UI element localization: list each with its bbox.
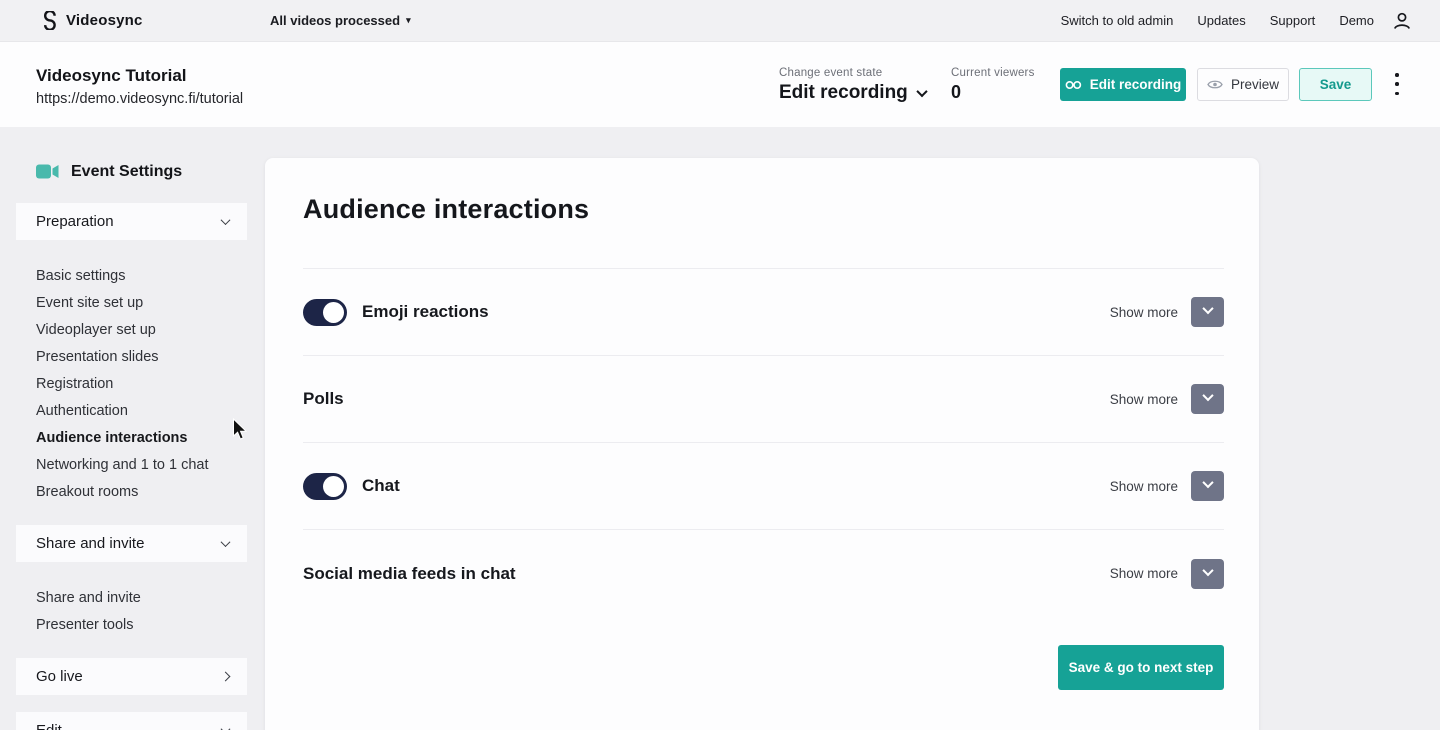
edit-recording-button[interactable]: Edit recording	[1060, 68, 1186, 101]
section-items-share-and-invite: Share and invitePresenter tools	[16, 584, 247, 638]
feature-label: Chat	[362, 476, 400, 496]
audience-interactions-panel: Audience interactions Emoji reactions Sh…	[265, 158, 1259, 730]
section-items-preparation: Basic settingsEvent site set upVideoplay…	[16, 262, 247, 505]
chevron-down-icon	[1202, 564, 1213, 575]
sidebar-item-presentation-slides[interactable]: Presentation slides	[16, 343, 247, 370]
current-viewers-count: 0	[951, 82, 961, 103]
chevron-right-icon	[221, 672, 231, 682]
event-state-dropdown[interactable]: Edit recording	[779, 82, 926, 104]
top-nav: Videosync All videos processed ▾ Switch …	[0, 0, 1440, 42]
preview-button[interactable]: Preview	[1197, 68, 1289, 101]
feature-rows: Emoji reactions Show more Polls Show mor…	[303, 268, 1224, 617]
feature-row: Chat Show more	[303, 443, 1224, 530]
sidebar-title: Event Settings	[36, 160, 247, 183]
section-label: Preparation	[36, 213, 114, 230]
sidebar-item-videoplayer-set-up[interactable]: Videoplayer set up	[16, 316, 247, 343]
sidebar-item-basic-settings[interactable]: Basic settings	[16, 262, 247, 289]
sidebar-item-networking-and-1-to-1-chat[interactable]: Networking and 1 to 1 chat	[16, 451, 247, 478]
expand-chevron-button[interactable]	[1191, 559, 1224, 589]
section-label: Go live	[36, 668, 83, 685]
sidebar-item-authentication[interactable]: Authentication	[16, 397, 247, 424]
sidebar-item-registration[interactable]: Registration	[16, 370, 247, 397]
toggle-knob	[323, 476, 344, 497]
section-label: Share and invite	[36, 535, 144, 552]
feature-row: Social media feeds in chat Show more	[303, 530, 1224, 617]
dropdown-caret-icon: ▾	[406, 15, 411, 26]
edit-recording-label: Edit recording	[1090, 77, 1182, 92]
account-icon[interactable]	[1392, 11, 1412, 36]
show-more-link[interactable]: Show more	[1110, 566, 1178, 581]
brand[interactable]: Videosync	[40, 11, 143, 30]
chevron-down-icon	[1202, 390, 1213, 401]
brand-name: Videosync	[66, 12, 143, 29]
event-header: Videosync Tutorial https://demo.videosyn…	[0, 42, 1440, 127]
sidebar-section-edit[interactable]: Edit	[16, 712, 247, 730]
eye-icon	[1207, 79, 1223, 90]
toggle-knob	[323, 302, 344, 323]
expand-chevron-button[interactable]	[1191, 471, 1224, 501]
preview-label: Preview	[1231, 77, 1279, 92]
sidebar-section-go-live[interactable]: Go live	[16, 658, 247, 695]
section-label: Edit	[36, 722, 62, 730]
top-nav-links: Switch to old admin Updates Support Demo	[1061, 13, 1374, 28]
top-nav-link-demo[interactable]: Demo	[1339, 13, 1374, 28]
feature-toggle[interactable]	[303, 473, 347, 500]
feature-label: Emoji reactions	[362, 302, 489, 322]
save-label: Save	[1320, 77, 1352, 92]
event-title: Videosync Tutorial	[36, 66, 187, 86]
sidebar-section-share-and-invite[interactable]: Share and invite	[16, 525, 247, 562]
sidebar-item-presenter-tools[interactable]: Presenter tools	[16, 611, 247, 638]
expand-chevron-button[interactable]	[1191, 297, 1224, 327]
top-nav-link-updates[interactable]: Updates	[1197, 13, 1245, 28]
show-more-link[interactable]: Show more	[1110, 305, 1178, 320]
feature-label: Social media feeds in chat	[303, 564, 516, 584]
video-camera-icon	[36, 164, 59, 179]
event-url[interactable]: https://demo.videosync.fi/tutorial	[36, 91, 243, 107]
top-nav-link-support[interactable]: Support	[1270, 13, 1316, 28]
chevron-down-icon	[916, 86, 927, 97]
chevron-down-icon	[221, 215, 231, 225]
feature-toggle[interactable]	[303, 299, 347, 326]
feature-row: Emoji reactions Show more	[303, 269, 1224, 356]
show-more-link[interactable]: Show more	[1110, 479, 1178, 494]
sidebar-item-audience-interactions[interactable]: Audience interactions	[16, 424, 247, 451]
feature-row: Polls Show more	[303, 356, 1224, 443]
current-viewers-label: Current viewers	[951, 67, 1035, 79]
save-next-step-button[interactable]: Save & go to next step	[1058, 645, 1224, 690]
chevron-down-icon	[221, 724, 231, 730]
more-options-kebab-icon[interactable]	[1391, 71, 1403, 97]
footer-actions: Save & go to next step	[303, 645, 1224, 690]
sidebar-item-event-site-set-up[interactable]: Event site set up	[16, 289, 247, 316]
sidebar-sections: Preparation Basic settingsEvent site set …	[16, 203, 247, 730]
settings-sidebar: Event Settings Preparation Basic settings…	[16, 127, 247, 730]
event-state-label: Change event state	[779, 67, 882, 79]
chevron-down-icon	[221, 537, 231, 547]
save-button[interactable]: Save	[1299, 68, 1372, 101]
chevron-down-icon	[1202, 303, 1213, 314]
chevron-down-icon	[1202, 477, 1213, 488]
page-title: Audience interactions	[303, 194, 1224, 225]
sidebar-item-breakout-rooms[interactable]: Breakout rooms	[16, 478, 247, 505]
videosync-logo-icon	[40, 11, 57, 30]
recording-icon	[1065, 80, 1082, 90]
show-more-link[interactable]: Show more	[1110, 392, 1178, 407]
top-nav-link-switch-to-old-admin[interactable]: Switch to old admin	[1061, 13, 1174, 28]
sidebar-title-label: Event Settings	[71, 163, 182, 181]
videos-status-label: All videos processed	[270, 13, 400, 28]
sidebar-item-share-and-invite[interactable]: Share and invite	[16, 584, 247, 611]
sidebar-section-preparation[interactable]: Preparation	[16, 203, 247, 240]
expand-chevron-button[interactable]	[1191, 384, 1224, 414]
event-state-value: Edit recording	[779, 82, 908, 104]
feature-label: Polls	[303, 389, 344, 409]
videos-status-dropdown[interactable]: All videos processed ▾	[270, 13, 411, 28]
